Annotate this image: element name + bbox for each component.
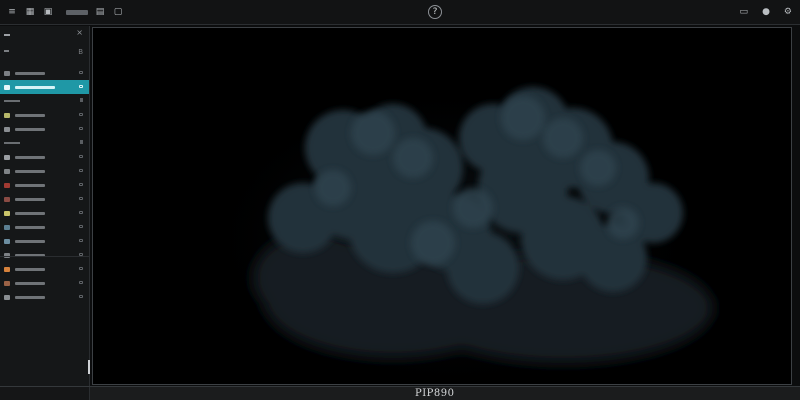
hamburger-icon[interactable]: ≡ [6,8,18,17]
eye-icon [4,154,10,160]
star-icon [4,210,10,216]
visibility-icon[interactable] [79,113,83,116]
toolbar-right-group: ▭ ● ⚙ [740,0,792,25]
sidebar-header: × B [0,26,89,66]
top-toolbar: ≡ ▦ ▣ ▤ ▢ ? ▭ ● ⚙ [0,0,800,25]
sidebar-item-label [15,211,45,215]
visibility-icon[interactable] [79,211,83,214]
grid-icon [4,224,10,230]
sidebar-item-target[interactable] [0,164,89,178]
sidebar-item-label [15,85,55,89]
sidebar-item-swatch[interactable] [0,262,89,276]
sidebar-section-header[interactable] [0,94,89,108]
file-icon [4,294,10,300]
sidebar-item-settings[interactable] [0,122,89,136]
settings-icon[interactable]: ⚙ [784,8,792,17]
folder-icon [4,280,10,286]
sidebar-item-star[interactable] [0,206,89,220]
status-bar-left [0,387,90,400]
visibility-icon[interactable] [79,85,83,88]
close-icon[interactable]: × [76,28,83,37]
visibility-icon[interactable] [79,127,83,130]
sidebar-divider [0,256,90,257]
window-icon[interactable]: ▢ [112,8,124,17]
sidebar-item-label [15,169,45,173]
target-icon [4,168,10,174]
sidebar-item-circle[interactable] [0,108,89,122]
sidebar-section-label [4,142,20,144]
sidebar-header-mark-secondary [4,50,9,52]
visibility-icon[interactable] [79,71,83,74]
sidebar-item-shape[interactable] [0,248,89,262]
sidebar-badge: B [78,48,83,56]
circle-icon [4,112,10,118]
user-icon[interactable]: ● [762,8,770,17]
brush-icon [4,182,10,188]
sidebar-item-image[interactable] [0,66,89,80]
sidebar-item-brush[interactable] [0,178,89,192]
sidebar-header-mark [4,34,10,36]
sidebar-item-label [15,239,45,243]
sidebar-item-label [15,127,45,131]
status-bar: PIP890 [0,386,800,400]
monitor-icon[interactable]: ▭ [740,8,749,17]
sidebar-item-label [15,281,45,285]
sidebar-section-label [4,100,20,102]
sidebar-list [0,66,89,304]
swatch-icon [4,266,10,272]
sidebar-item-label [15,225,45,229]
expand-icon[interactable] [80,140,83,144]
image-icon [4,70,10,76]
sidebar-item-label [15,113,45,117]
visibility-icon[interactable] [79,239,83,242]
visibility-icon[interactable] [79,183,83,186]
toolbar-field[interactable] [66,10,88,15]
sidebar-item-label [15,71,45,75]
sliders-icon [4,238,10,244]
settings-icon [4,126,10,132]
visibility-icon[interactable] [79,197,83,200]
palette-icon [4,196,10,202]
sidebar-resize-handle[interactable] [88,360,90,374]
layers-icon [4,84,10,90]
sidebar-item-label [15,267,45,271]
sidebar-item-palette[interactable] [0,192,89,206]
canvas-viewport[interactable] [92,27,792,385]
sidebar-item-eye[interactable] [0,150,89,164]
sidebar-item-sliders[interactable] [0,234,89,248]
sidebar: × B [0,26,90,400]
sidebar-item-folder[interactable] [0,276,89,290]
folder-icon[interactable]: ▣ [42,8,54,17]
expand-icon[interactable] [80,98,83,102]
sidebar-item-label [15,183,45,187]
help-icon[interactable]: ? [428,5,442,19]
sidebar-item-label [15,197,45,201]
toolbar-left-group: ≡ ▦ ▣ ▤ ▢ [6,0,124,25]
status-label: PIP890 [415,388,455,399]
visibility-icon[interactable] [79,281,83,284]
visibility-icon[interactable] [79,169,83,172]
sidebar-item-file[interactable] [0,290,89,304]
sidebar-item-label [15,295,45,299]
visibility-icon[interactable] [79,155,83,158]
sidebar-item-grid[interactable] [0,220,89,234]
sidebar-item-layers[interactable] [0,80,89,94]
grid-icon[interactable]: ▦ [24,8,36,17]
cloud-image [193,78,713,384]
layers-icon[interactable]: ▤ [94,8,106,17]
sidebar-item-label [15,155,45,159]
sidebar-section-header[interactable] [0,136,89,150]
visibility-icon[interactable] [79,267,83,270]
visibility-icon[interactable] [79,225,83,228]
visibility-icon[interactable] [79,295,83,298]
